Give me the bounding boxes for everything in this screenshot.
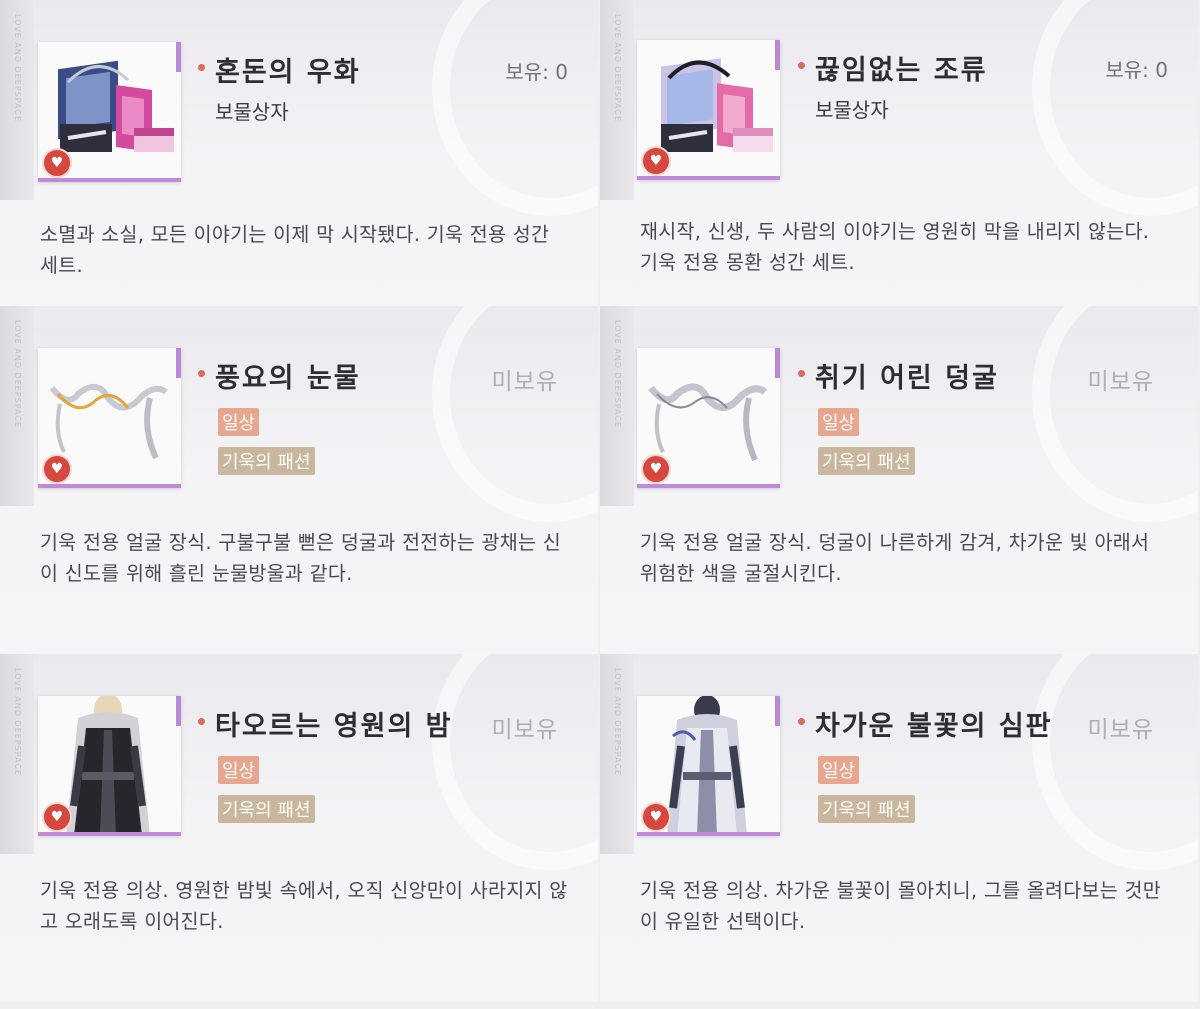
side-watermark: LOVE AND DEEPSPACE xyxy=(613,668,622,777)
item-thumbnail[interactable]: ♥ xyxy=(637,696,780,836)
side-watermark: LOVE AND DEEPSPACE xyxy=(13,320,22,429)
tag-fashion: 기욱의 패션 xyxy=(818,447,915,475)
owned-status: 미보유 xyxy=(491,369,558,395)
rank-badge-icon: ♥ xyxy=(42,802,72,832)
rank-badge-icon: ♥ xyxy=(42,454,72,484)
item-description: 기욱 전용 의상. 차가운 불꽃이 몰아치니, 그를 올려다보는 것만이 유일한… xyxy=(640,879,1161,933)
tag-daily: 일상 xyxy=(218,408,260,436)
item-name: 혼돈의 우화 xyxy=(215,57,361,88)
item-thumbnail[interactable]: ♥ xyxy=(38,348,181,488)
item-thumbnail[interactable]: ♥ xyxy=(637,348,780,488)
side-watermark: LOVE AND DEEPSPACE xyxy=(613,14,622,123)
item-description: 재시작, 신생, 두 사람의 이야기는 영원히 막을 내리지 않는다. 기욱 전… xyxy=(640,220,1150,274)
owned-status: 미보유 xyxy=(1087,369,1154,395)
item-description: 소멸과 소실, 모든 이야기는 이제 막 시작됐다. 기욱 전용 성간 세트. xyxy=(40,223,550,277)
item-card[interactable]: LOVE AND DEEPSPACE ♥ 차가운 불꽃의 심판 미보유 일상 기… xyxy=(600,654,1198,1002)
tag-fashion: 기욱의 패션 xyxy=(218,795,315,823)
rank-badge-icon: ♥ xyxy=(641,454,671,484)
owned-count: 보유: 0 xyxy=(1105,58,1168,82)
item-description: 기욱 전용 얼굴 장식. 덩굴이 나른하게 감겨, 차가운 빛 아래서 위험한 … xyxy=(640,531,1150,585)
bullet-dot xyxy=(798,718,805,725)
side-watermark: LOVE AND DEEPSPACE xyxy=(613,320,622,429)
tag-fashion: 기욱의 패션 xyxy=(818,795,915,823)
tag-fashion: 기욱의 패션 xyxy=(218,447,315,475)
item-grid: LOVE AND DEEPSPACE ♥ 혼돈의 우화 보유: 0 보물상자 소… xyxy=(0,0,1200,1009)
side-watermark: LOVE AND DEEPSPACE xyxy=(13,14,22,123)
item-card[interactable]: LOVE AND DEEPSPACE ♥ 풍요의 눈물 미보유 일상 기욱의 패… xyxy=(0,306,598,654)
item-card[interactable]: LOVE AND DEEPSPACE ♥ 혼돈의 우화 보유: 0 보물상자 소… xyxy=(0,0,598,348)
tag-daily: 일상 xyxy=(818,408,860,436)
bullet-dot xyxy=(798,62,805,69)
owned-status: 미보유 xyxy=(1087,717,1154,743)
item-description: 기욱 전용 얼굴 장식. 구불구불 뻗은 덩굴과 전전하는 광채는 신이 신도를… xyxy=(40,531,561,585)
item-card[interactable]: LOVE AND DEEPSPACE ♥ 취기 어린 덩굴 미보유 일상 기욱의… xyxy=(600,306,1198,654)
item-type: 보물상자 xyxy=(215,100,289,124)
item-thumbnail[interactable]: ♥ xyxy=(38,696,181,836)
bullet-dot xyxy=(198,718,205,725)
bullet-dot xyxy=(198,370,205,377)
item-thumbnail[interactable]: ♥ xyxy=(637,40,780,180)
rank-badge-icon: ♥ xyxy=(641,146,671,176)
item-name: 취기 어린 덩굴 xyxy=(815,363,999,394)
rank-badge-icon: ♥ xyxy=(641,802,671,832)
rank-badge-icon: ♥ xyxy=(42,148,72,178)
bullet-dot xyxy=(798,370,805,377)
owned-count: 보유: 0 xyxy=(505,60,568,84)
item-name: 차가운 불꽃의 심판 xyxy=(815,711,1053,742)
item-name: 풍요의 눈물 xyxy=(215,363,361,394)
tag-daily: 일상 xyxy=(818,756,860,784)
side-watermark: LOVE AND DEEPSPACE xyxy=(13,668,22,777)
item-card[interactable]: LOVE AND DEEPSPACE ♥ 타오르는 영원의 밤 미보유 일상 기… xyxy=(0,654,598,1002)
tag-daily: 일상 xyxy=(218,756,260,784)
owned-status: 미보유 xyxy=(491,717,558,743)
bullet-dot xyxy=(198,64,205,71)
item-name: 타오르는 영원의 밤 xyxy=(215,711,453,742)
item-name: 끊임없는 조류 xyxy=(815,55,988,86)
item-type: 보물상자 xyxy=(815,98,889,122)
item-description: 기욱 전용 의상. 영원한 밤빛 속에서, 오직 신앙만이 사라지지 않고 오래… xyxy=(40,879,568,933)
item-thumbnail[interactable]: ♥ xyxy=(38,42,181,182)
item-card[interactable]: LOVE AND DEEPSPACE ♥ 끊임없는 조류 보유: 0 보물상자 … xyxy=(600,0,1198,348)
